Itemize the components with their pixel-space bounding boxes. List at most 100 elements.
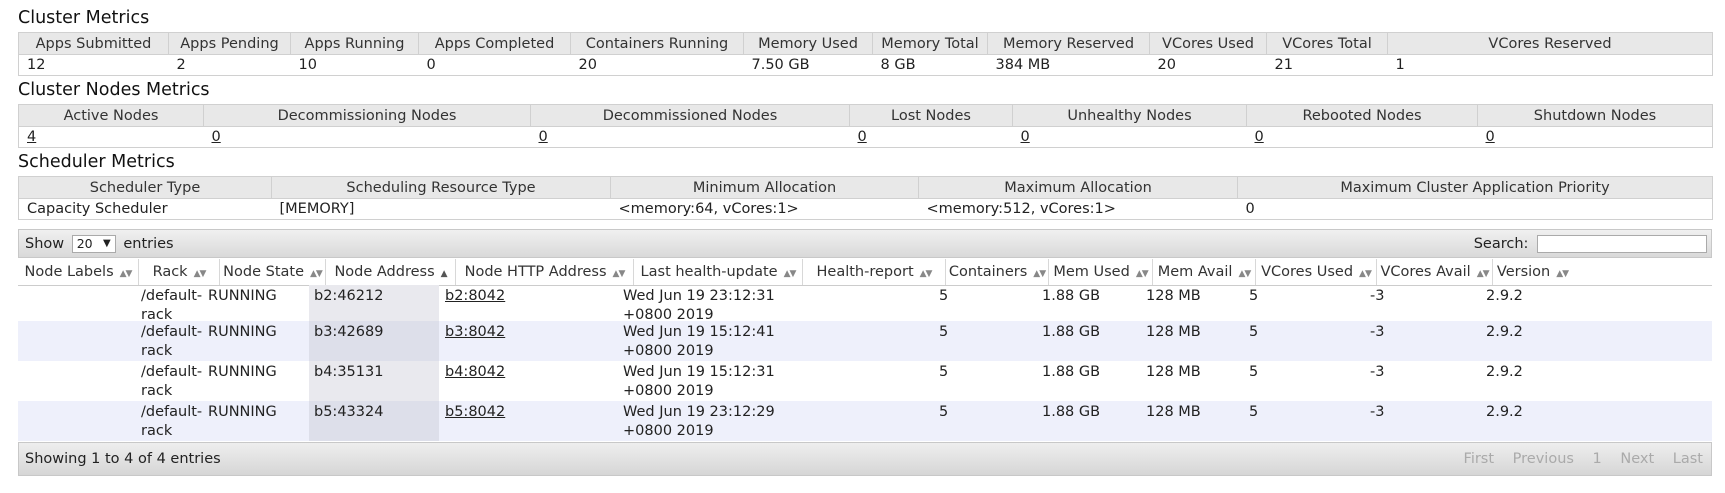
value-scheduling-resource-type: [MEMORY] <box>271 198 611 220</box>
col-version[interactable]: Version ▲▼ <box>1493 259 1572 285</box>
col-node-http-address[interactable]: Node HTTP Address ▲▼ <box>456 259 634 285</box>
col-vcores-avail[interactable]: VCores Avail ▲▼ <box>1377 259 1493 285</box>
header-apps-running: Apps Running <box>290 32 419 55</box>
header-max-cluster-app-priority: Maximum Cluster Application Priority <box>1237 176 1713 199</box>
cell-last-health-update: Wed Jun 19 15:12:31 +0800 2019 <box>623 364 775 399</box>
header-vcores-total: VCores Total <box>1266 32 1388 55</box>
decommissioning-nodes-link[interactable]: 0 <box>212 129 221 145</box>
header-minimum-allocation: Minimum Allocation <box>610 176 919 199</box>
first-page-button[interactable]: First <box>1464 451 1495 467</box>
sort-icon: ▲▼ <box>1476 269 1490 279</box>
cell-vcores-avail: -3 <box>1370 324 1385 340</box>
cell-vcores-used: 5 <box>1249 364 1259 380</box>
sort-icon: ▲▼ <box>1556 269 1569 279</box>
header-apps-completed: Apps Completed <box>418 32 571 55</box>
header-active-nodes: Active Nodes <box>18 104 204 127</box>
rebooted-nodes-link[interactable]: 0 <box>1255 129 1264 145</box>
cell-node-address: b5:43324 <box>309 401 439 441</box>
cell-health-report <box>803 361 946 401</box>
previous-page-button[interactable]: Previous <box>1513 451 1574 467</box>
header-apps-submitted: Apps Submitted <box>18 32 169 55</box>
entries-label: entries <box>123 236 174 252</box>
cell-mem-used: 1.88 GB <box>1042 324 1101 340</box>
next-page-button[interactable]: Next <box>1620 451 1654 467</box>
header-vcores-used: VCores Used <box>1149 32 1267 55</box>
node-http-link[interactable]: b5:8042 <box>445 404 505 420</box>
cell-vcores-avail: -3 <box>1370 364 1385 380</box>
col-mem-avail[interactable]: Mem Avail ▲▼ <box>1153 259 1256 285</box>
decommissioned-nodes-link[interactable]: 0 <box>539 129 548 145</box>
cell-node-labels <box>18 321 139 361</box>
cell-mem-avail: 128 MB <box>1146 288 1201 304</box>
cell-node-labels <box>18 401 139 441</box>
search-control: Search: <box>1474 235 1707 253</box>
col-vcores-used[interactable]: VCores Used ▲▼ <box>1256 259 1377 285</box>
page-length-select[interactable]: 20 ▼ <box>71 235 116 253</box>
col-last-health-update[interactable]: Last health-update ▲▼ <box>634 259 803 285</box>
cell-mem-used: 1.88 GB <box>1042 404 1101 420</box>
cell-last-health-update: Wed Jun 19 15:12:41 +0800 2019 <box>623 324 775 359</box>
cluster-metrics-title: Cluster Metrics <box>18 8 150 28</box>
col-mem-used[interactable]: Mem Used ▲▼ <box>1049 259 1153 285</box>
value-apps-completed: 0 <box>418 54 571 76</box>
cell-containers: 5 <box>939 404 949 420</box>
header-memory-total: Memory Total <box>872 32 988 55</box>
cell-mem-avail: 128 MB <box>1146 404 1201 420</box>
page-length-value: 20 <box>76 236 93 251</box>
search-input[interactable] <box>1537 235 1707 253</box>
value-apps-pending: 2 <box>168 54 291 76</box>
last-page-button[interactable]: Last <box>1673 451 1703 467</box>
value-vcores-total: 21 <box>1266 54 1388 76</box>
cell-version: 2.9.2 <box>1486 324 1523 340</box>
value-memory-reserved: 384 MB <box>987 54 1150 76</box>
cell-vcores-used: 5 <box>1249 324 1259 340</box>
value-apps-submitted: 12 <box>18 54 169 76</box>
header-shutdown-nodes: Shutdown Nodes <box>1477 104 1713 127</box>
sort-icon: ▲▼ <box>310 269 323 279</box>
shutdown-nodes-link[interactable]: 0 <box>1486 129 1495 145</box>
col-health-report[interactable]: Health-report ▲▼ <box>803 259 946 285</box>
table-row: /default-rack RUNNING b3:42689 b3:8042 W… <box>18 321 1712 361</box>
sort-asc-icon: ▲ <box>440 269 448 279</box>
header-decommissioning-nodes: Decommissioning Nodes <box>203 104 531 127</box>
value-maximum-allocation: <memory:512, vCores:1> <box>918 198 1238 220</box>
table-row: /default-rack RUNNING b2:46212 b2:8042 W… <box>18 285 1712 325</box>
cell-vcores-used: 5 <box>1249 404 1259 420</box>
node-http-link[interactable]: b4:8042 <box>445 364 505 380</box>
unhealthy-nodes-link[interactable]: 0 <box>1021 129 1030 145</box>
col-containers[interactable]: Containers ▲▼ <box>946 259 1049 285</box>
header-rebooted-nodes: Rebooted Nodes <box>1246 104 1478 127</box>
active-nodes-link[interactable]: 4 <box>27 129 36 145</box>
nodes-table-toolbar: Show 20 ▼ entries Search: <box>18 229 1712 258</box>
cell-vcores-avail: -3 <box>1370 288 1385 304</box>
cell-mem-used: 1.88 GB <box>1042 364 1101 380</box>
value-containers-running: 20 <box>570 54 744 76</box>
value-apps-running: 10 <box>290 54 419 76</box>
cell-node-http-address: b3:8042 <box>445 321 623 361</box>
cell-node-http-address: b2:8042 <box>445 285 623 325</box>
header-decommissioned-nodes: Decommissioned Nodes <box>530 104 850 127</box>
cluster-nodes-metrics-table: Active Nodes Decommissioning Nodes Decom… <box>18 104 1713 148</box>
col-rack[interactable]: Rack ▲▼ <box>139 259 220 285</box>
col-node-address[interactable]: Node Address ▲ <box>326 259 456 285</box>
node-http-link[interactable]: b3:8042 <box>445 324 505 340</box>
cell-containers: 5 <box>939 288 949 304</box>
node-http-link[interactable]: b2:8042 <box>445 288 505 304</box>
header-memory-reserved: Memory Reserved <box>987 32 1150 55</box>
sort-icon: ▲▼ <box>612 269 626 279</box>
cell-last-health-update: Wed Jun 19 23:12:31 +0800 2019 <box>623 288 775 323</box>
lost-nodes-link[interactable]: 0 <box>858 129 867 145</box>
table-info: Showing 1 to 4 of 4 entries <box>25 451 221 467</box>
page-1-button[interactable]: 1 <box>1593 451 1602 467</box>
sort-icon: ▲▼ <box>1238 269 1251 279</box>
cell-version: 2.9.2 <box>1486 404 1523 420</box>
col-node-labels[interactable]: Node Labels ▲▼ <box>18 259 139 285</box>
header-memory-used: Memory Used <box>743 32 873 55</box>
cell-node-labels <box>18 285 139 325</box>
cell-mem-used: 1.88 GB <box>1042 288 1101 304</box>
header-scheduler-type: Scheduler Type <box>18 176 272 199</box>
cell-version: 2.9.2 <box>1486 288 1523 304</box>
cell-node-state: RUNNING <box>208 288 277 304</box>
col-node-state[interactable]: Node State ▲▼ <box>220 259 326 285</box>
table-row: /default-rack RUNNING b5:43324 b5:8042 W… <box>18 401 1712 441</box>
